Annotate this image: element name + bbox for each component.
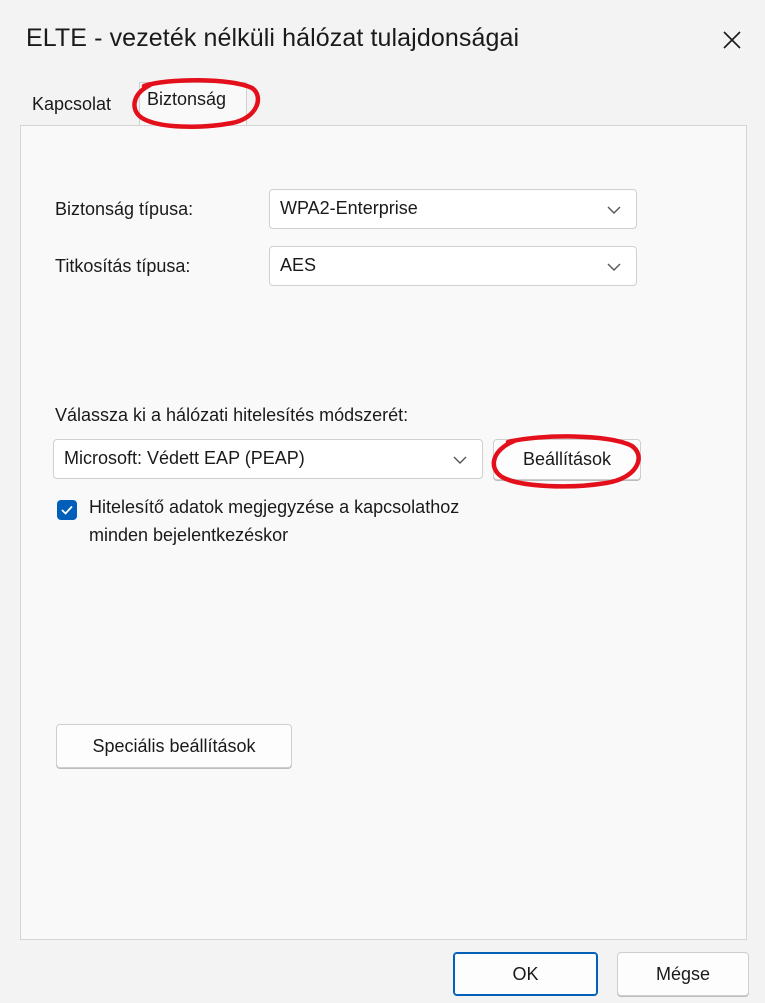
advanced-settings-button[interactable]: Speciális beállítások [56,724,292,768]
remember-credentials-checkbox[interactable] [57,500,77,520]
remember-credentials-label-line2: minden bejelentkezéskor [89,525,289,545]
chevron-down-icon [453,456,467,464]
chevron-down-icon [607,263,621,271]
security-type-label: Biztonság típusa: [55,199,194,219]
ok-button[interactable]: OK [453,952,598,996]
remember-credentials-label-line1: Hitelesítő adatok megjegyzése a kapcsola… [89,497,460,517]
auth-method-prompt: Válassza ki a hálózati hitelesítés módsz… [55,405,409,425]
close-button[interactable] [712,20,752,60]
checkmark-icon [61,505,73,515]
auth-method-value: Microsoft: Védett EAP (PEAP) [64,448,305,468]
security-type-value: WPA2-Enterprise [280,198,418,218]
tab-strip [0,78,765,122]
encryption-type-value: AES [280,255,317,275]
encryption-type-dropdown[interactable]: AES [269,246,637,286]
auth-method-dropdown[interactable]: Microsoft: Védett EAP (PEAP) [53,439,483,479]
tab-biztonsag-label: Biztonság [147,89,227,109]
window-title: ELTE - vezeték nélküli hálózat tulajdons… [26,24,520,52]
close-icon [723,31,741,49]
title-bar: ELTE - vezeték nélküli hálózat tulajdons… [0,0,765,78]
settings-button[interactable]: Beállítások [493,439,641,480]
chevron-down-icon [607,206,621,214]
tab-kapcsolat[interactable]: Kapcsolat [32,94,111,115]
cancel-button[interactable]: Mégse [617,952,749,996]
encryption-type-label: Titkosítás típusa: [55,256,191,276]
security-type-dropdown[interactable]: WPA2-Enterprise [269,189,637,229]
